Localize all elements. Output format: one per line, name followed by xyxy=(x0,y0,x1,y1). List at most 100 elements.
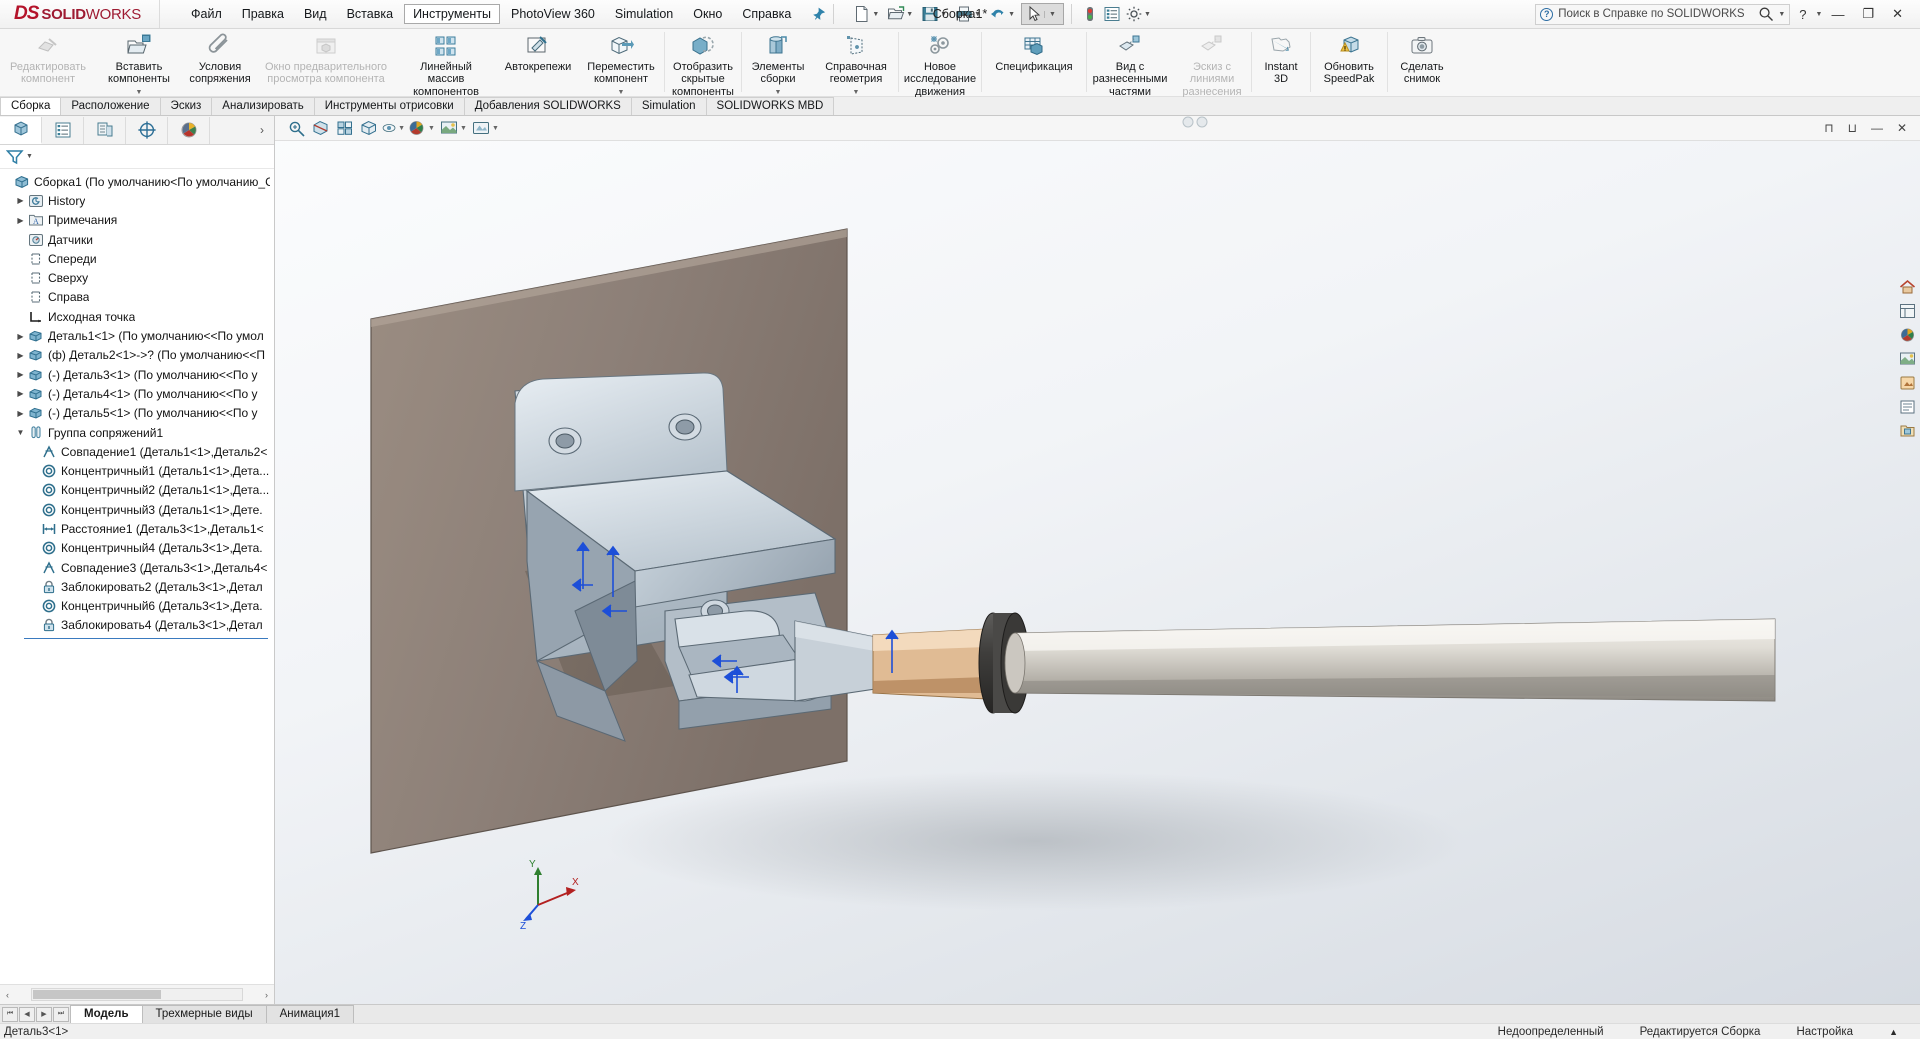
tree-item-mate-concentric6[interactable]: Концентричный6 (Деталь3<1>,Дета. xyxy=(0,597,274,616)
menu-item-simulation[interactable]: Simulation xyxy=(606,4,682,24)
ribbon-insert-components[interactable]: Вставить компоненты ▼ xyxy=(96,29,182,97)
appearances-icon[interactable] xyxy=(1895,324,1919,346)
tab-render-tools[interactable]: Инструменты отрисовки xyxy=(313,97,465,115)
tree-item-mate-coincident1[interactable]: Совпадение1 (Деталь1<1>,Деталь2< xyxy=(0,442,274,461)
open-document-button[interactable]: ▼ xyxy=(885,4,919,24)
chevron-down-icon[interactable]: ▼ xyxy=(974,11,981,18)
ribbon-update-speedpak[interactable]: Обновить SpeedPak xyxy=(1311,29,1387,97)
tree-item-mate-concentric4[interactable]: Концентричный4 (Деталь3<1>,Дета. xyxy=(0,539,274,558)
chevron-down-icon[interactable]: ▼ xyxy=(1816,11,1823,18)
view-palette-icon[interactable] xyxy=(1895,300,1919,322)
ribbon-exploded-view[interactable]: Вид с разнесенными частями xyxy=(1087,29,1173,98)
scenes-icon[interactable] xyxy=(1895,348,1919,370)
dimxpert-manager-tab[interactable] xyxy=(126,116,168,144)
chevron-down-icon[interactable]: ▼ xyxy=(1008,11,1015,18)
decals-icon[interactable] xyxy=(1895,372,1919,394)
menu-item-tools[interactable]: Инструменты xyxy=(404,4,501,24)
scroll-left-arrow-icon[interactable]: ‹ xyxy=(0,990,15,1000)
tree-twisty[interactable]: ▶ xyxy=(14,196,27,205)
chevron-down-icon[interactable]: ▼ xyxy=(460,125,467,132)
menu-item-help[interactable]: Справка xyxy=(733,4,800,24)
ribbon-move-component[interactable]: Переместить компонент ▼ xyxy=(578,29,664,97)
tree-item-origin[interactable]: Исходная точка xyxy=(0,307,274,326)
ribbon-smart-fasteners[interactable]: Автокрепежи xyxy=(498,29,578,97)
close-button[interactable]: ✕ xyxy=(1883,6,1912,22)
manager-tab-overflow[interactable]: › xyxy=(250,123,274,137)
tree-item-mate-lock2[interactable]: Заблокировать2 (Деталь3<1>,Детал xyxy=(0,577,274,596)
scroll-right-arrow-icon[interactable]: › xyxy=(259,990,274,1000)
tree-item-part3[interactable]: ▶ (-) Деталь3<1> (По умолчанию<<По у xyxy=(0,365,274,384)
bottom-tab-animation1[interactable]: Анимация1 xyxy=(265,1005,355,1023)
edit-appearance-icon[interactable]: ▼ xyxy=(405,117,437,139)
menu-item-edit[interactable]: Правка xyxy=(233,4,293,24)
settings-button[interactable]: ▼ xyxy=(1123,4,1157,24)
options-button[interactable] xyxy=(1101,4,1123,24)
tree-twisty[interactable]: ▶ xyxy=(14,332,27,341)
tree-item-plane-front[interactable]: Спереди xyxy=(0,249,274,268)
assembly-3d-model[interactable]: Y X Z xyxy=(275,141,1920,1004)
tree-item-mate-concentric2[interactable]: Концентричный2 (Деталь1<1>,Дета... xyxy=(0,481,274,500)
property-manager-tab[interactable] xyxy=(42,116,84,144)
display-style-icon[interactable] xyxy=(357,117,381,139)
bottom-tab-model[interactable]: Модель xyxy=(70,1005,143,1023)
search-icon[interactable] xyxy=(1758,6,1774,22)
chevron-down-icon[interactable]: ▼ xyxy=(872,11,879,18)
tree-item-history[interactable]: ▶ History xyxy=(0,191,274,210)
ribbon-bill-of-materials[interactable]: Спецификация xyxy=(982,29,1086,97)
menu-item-photoview360[interactable]: PhotoView 360 xyxy=(502,4,604,24)
chevron-down-icon[interactable]: ▼ xyxy=(26,153,33,160)
chevron-down-icon[interactable]: ▼ xyxy=(1044,10,1056,18)
scroll-track[interactable] xyxy=(31,988,243,1001)
display-manager-tab[interactable] xyxy=(168,116,210,144)
chevron-down-icon[interactable]: ▼ xyxy=(940,11,947,18)
hide-show-items-icon[interactable]: ▼ xyxy=(381,117,405,139)
tree-twisty[interactable]: ▼ xyxy=(14,428,27,437)
select-tool-button[interactable]: ▼ xyxy=(1021,3,1064,25)
tree-item-mate-lock4[interactable]: Заблокировать4 (Деталь3<1>,Детал xyxy=(0,616,274,635)
tree-item-part2[interactable]: ▶ (ф) Деталь2<1>->? (По умолчанию<<П xyxy=(0,346,274,365)
tree-item-part4[interactable]: ▶ (-) Деталь4<1> (По умолчанию<<По у xyxy=(0,384,274,403)
tree-twisty[interactable]: ▶ xyxy=(14,389,27,398)
chevron-down-icon[interactable]: ▼ xyxy=(1778,11,1785,18)
tab-solidworks-mbd[interactable]: SOLIDWORKS MBD xyxy=(705,97,835,115)
status-caret-icon[interactable]: ▲ xyxy=(1871,1027,1920,1037)
chevron-down-icon[interactable]: ▼ xyxy=(906,11,913,18)
tree-horizontal-scrollbar[interactable]: ‹ › xyxy=(0,984,274,1004)
graphics-area[interactable]: ▼ ▼ ▼ ▼ ⊓ ⊔ — ✕ Y X Z xyxy=(275,116,1920,1004)
minimize-window-icon[interactable]: — xyxy=(1864,121,1890,135)
undo-button[interactable]: ▼ xyxy=(987,4,1021,24)
help-button[interactable]: ? xyxy=(1790,7,1815,22)
tree-item-annotations[interactable]: ▶ A Примечания xyxy=(0,211,274,230)
nav-last-icon[interactable]: ⏭ xyxy=(53,1006,69,1022)
menu-item-file[interactable]: Файл xyxy=(182,4,231,24)
ribbon-component-preview-window[interactable]: Окно предварительного просмотра компонен… xyxy=(258,29,394,97)
chevron-down-icon[interactable]: ▼ xyxy=(492,125,499,132)
help-search-box[interactable]: ? Поиск в Справке по SOLIDWORKS ▼ xyxy=(1535,3,1791,25)
ribbon-reference-geometry[interactable]: Справочная геометрия ▼ xyxy=(814,29,898,97)
tab-evaluate[interactable]: Анализировать xyxy=(211,97,315,115)
tab-layout[interactable]: Расположение xyxy=(60,97,161,115)
tree-item-plane-top[interactable]: Сверху xyxy=(0,268,274,287)
custom-properties-icon[interactable] xyxy=(1895,396,1919,418)
chevron-down-icon[interactable]: ▼ xyxy=(428,125,435,132)
rebuild-button[interactable] xyxy=(1079,4,1101,24)
ribbon-assembly-features[interactable]: Элементы сборки ▼ xyxy=(742,29,814,97)
apply-scene-icon[interactable]: ▼ xyxy=(437,117,469,139)
tree-filter-bar[interactable]: ▼ xyxy=(0,145,274,169)
menu-item-view[interactable]: Вид xyxy=(295,4,336,24)
tab-simulation[interactable]: Simulation xyxy=(630,97,707,115)
ribbon-explode-line-sketch[interactable]: Эскиз с линиями разнесения xyxy=(1173,29,1251,98)
nav-next-icon[interactable]: ▶ xyxy=(36,1006,52,1022)
tree-item-mate-distance1[interactable]: Расстояние1 (Деталь3<1>,Деталь1< xyxy=(0,519,274,538)
feature-manager-tree-tab[interactable] xyxy=(0,116,42,144)
section-view-icon[interactable] xyxy=(309,117,333,139)
menu-item-insert[interactable]: Вставка xyxy=(338,4,402,24)
tree-item-assembly-root[interactable]: Сборка1 (По умолчанию<По умолчанию_С xyxy=(0,172,274,191)
close-window-icon[interactable]: ✕ xyxy=(1890,121,1914,135)
tree-item-plane-right[interactable]: Справа xyxy=(0,288,274,307)
ribbon-new-motion-study[interactable]: Новое исследование движения xyxy=(899,29,981,98)
tree-twisty[interactable]: ▶ xyxy=(14,409,27,418)
tree-item-mate-group[interactable]: ▼ Группа сопряжений1 xyxy=(0,423,274,442)
chevron-down-icon[interactable]: ▼ xyxy=(398,125,405,132)
ribbon-edit-component[interactable]: Редактировать компонент xyxy=(0,29,96,97)
